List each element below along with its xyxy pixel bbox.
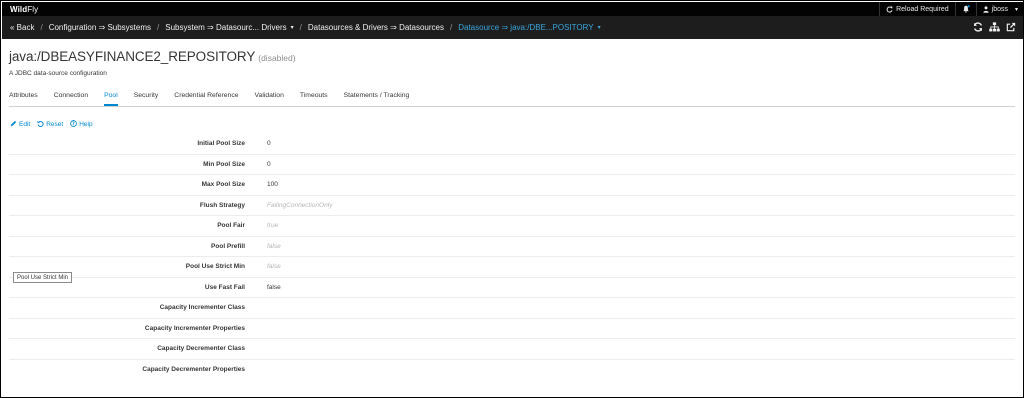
attributes-table: Initial Pool Size 0 Min Pool Size 0 Max …	[9, 134, 1015, 380]
table-row: Capacity Incrementer Properties	[9, 319, 1015, 339]
undo-icon	[37, 120, 44, 129]
breadcrumb-subsystem-label: Subsystem ⇒ Datasourc... Drivers	[165, 23, 287, 32]
breadcrumb-datasource[interactable]: Datasource ⇒ java:/DBE...POSITORY ▾	[458, 23, 600, 32]
attr-label: Initial Pool Size	[197, 140, 245, 148]
table-row: Capacity Incrementer Class	[9, 298, 1015, 319]
tab-credential-reference[interactable]: Credential Reference	[174, 92, 238, 106]
tooltip: Pool Use Strict Min	[13, 272, 73, 283]
breadcrumb-datasources[interactable]: Datasources & Drivers ⇒ Datasources	[308, 23, 444, 32]
brand-logo-rest: Fly	[27, 4, 39, 14]
user-icon	[982, 5, 989, 13]
user-menu[interactable]: jboss ▾	[975, 2, 1023, 16]
edit-label: Edit	[19, 121, 31, 128]
table-row: Initial Pool Size 0	[9, 134, 1015, 155]
attr-value: false	[267, 242, 281, 250]
help-button[interactable]: ? Help	[70, 120, 93, 129]
table-row: Max Pool Size 100	[9, 175, 1015, 196]
attr-label: Capacity Decrementer Properties	[142, 366, 245, 374]
help-label: Help	[79, 121, 93, 128]
breadcrumb-separator: /	[450, 23, 453, 32]
table-row: Pool Prefill false	[9, 237, 1015, 257]
breadcrumb: « Back / Configuration ⇒ Subsystems / Su…	[2, 16, 1023, 39]
attr-value: 0	[267, 160, 271, 168]
tab-bar: Attributes Connection Pool Security Cred…	[9, 92, 1015, 107]
page-title: java:/DBEASYFINANCE2_REPOSITORY	[9, 49, 256, 64]
attr-label: Capacity Incrementer Properties	[144, 324, 245, 332]
reset-button[interactable]: Reset	[37, 120, 63, 129]
masthead: WildFly Reload Required jboss ▾	[2, 2, 1023, 16]
app-frame: WildFly Reload Required jboss ▾ « Back /…	[0, 0, 1024, 398]
refresh-icon	[886, 6, 893, 13]
breadcrumb-subsystem[interactable]: Subsystem ⇒ Datasourc... Drivers ▾	[165, 23, 293, 32]
breadcrumb-separator: /	[40, 23, 43, 32]
breadcrumb-tools	[973, 21, 1016, 34]
attr-value: FailingConnectionOnly	[267, 201, 333, 209]
svg-text:?: ?	[72, 121, 75, 127]
breadcrumb-separator: /	[157, 23, 160, 32]
attr-value: true	[267, 222, 279, 230]
table-row: Pool Use Strict Min false	[9, 257, 1015, 278]
chevron-down-icon: ▾	[1014, 6, 1018, 13]
table-row: Min Pool Size 0	[9, 155, 1015, 175]
attr-label: Min Pool Size	[203, 160, 245, 168]
sitemap-icon[interactable]	[989, 21, 1000, 34]
tab-statements-tracking[interactable]: Statements / Tracking	[344, 92, 410, 106]
attr-value: 100	[267, 181, 278, 189]
reload-required-label: Reload Required	[896, 5, 949, 13]
attr-value: false	[267, 283, 281, 291]
tab-security[interactable]: Security	[134, 92, 159, 106]
attr-label: Flush Strategy	[199, 201, 245, 209]
breadcrumb-configuration[interactable]: Configuration ⇒ Subsystems	[49, 23, 151, 32]
status-badge: (disabled)	[258, 53, 296, 63]
tab-connection[interactable]: Connection	[54, 92, 88, 106]
attr-label: Capacity Decrementer Class	[157, 345, 245, 353]
attr-label: Pool Use Strict Min	[185, 263, 245, 271]
attr-label: Use Fast Fail	[204, 283, 245, 291]
tab-validation[interactable]: Validation	[255, 92, 284, 106]
bell-icon	[962, 5, 970, 13]
form-toolbar: Edit Reset ? Help	[10, 120, 93, 129]
table-row: Capacity Decrementer Class	[9, 339, 1015, 360]
help-icon: ?	[70, 120, 78, 129]
user-name: jboss	[991, 5, 1008, 13]
chevron-down-icon: ▾	[597, 25, 601, 31]
table-row: Flush Strategy FailingConnectionOnly	[9, 196, 1015, 216]
pencil-icon	[10, 120, 17, 129]
attr-label: Pool Prefill	[211, 242, 245, 250]
breadcrumb-datasource-label: Datasource ⇒ java:/DBE...POSITORY	[458, 23, 594, 32]
attr-label: Capacity Incrementer Class	[159, 304, 245, 312]
tab-pool[interactable]: Pool	[104, 92, 118, 106]
tab-attributes[interactable]: Attributes	[9, 92, 38, 106]
reset-label: Reset	[46, 121, 64, 128]
attr-label: Max Pool Size	[201, 181, 245, 189]
attr-value: 0	[267, 140, 271, 148]
tab-timeouts[interactable]: Timeouts	[300, 92, 328, 106]
breadcrumb-separator: /	[299, 23, 302, 32]
attr-value: false	[267, 263, 281, 271]
table-row: Capacity Decrementer Properties	[9, 360, 1015, 381]
external-link-icon[interactable]	[1006, 22, 1016, 34]
page-description: A JDBC data-source configuration	[9, 70, 107, 77]
chevron-down-icon: ▾	[290, 25, 294, 31]
refresh-icon[interactable]	[973, 21, 983, 34]
table-row: Use Fast Fail false	[9, 278, 1015, 298]
brand-logo[interactable]: WildFly	[10, 5, 38, 14]
brand-logo-bold: Wild	[10, 4, 28, 14]
table-row: Pool Fair true	[9, 216, 1015, 237]
notifications-button[interactable]	[954, 2, 976, 16]
page-header: java:/DBEASYFINANCE2_REPOSITORY (disable…	[9, 49, 296, 64]
back-link[interactable]: « Back	[10, 23, 34, 32]
edit-button[interactable]: Edit	[10, 120, 30, 129]
reload-required-button[interactable]: Reload Required	[879, 2, 955, 16]
attr-label: Pool Fair	[217, 222, 245, 230]
